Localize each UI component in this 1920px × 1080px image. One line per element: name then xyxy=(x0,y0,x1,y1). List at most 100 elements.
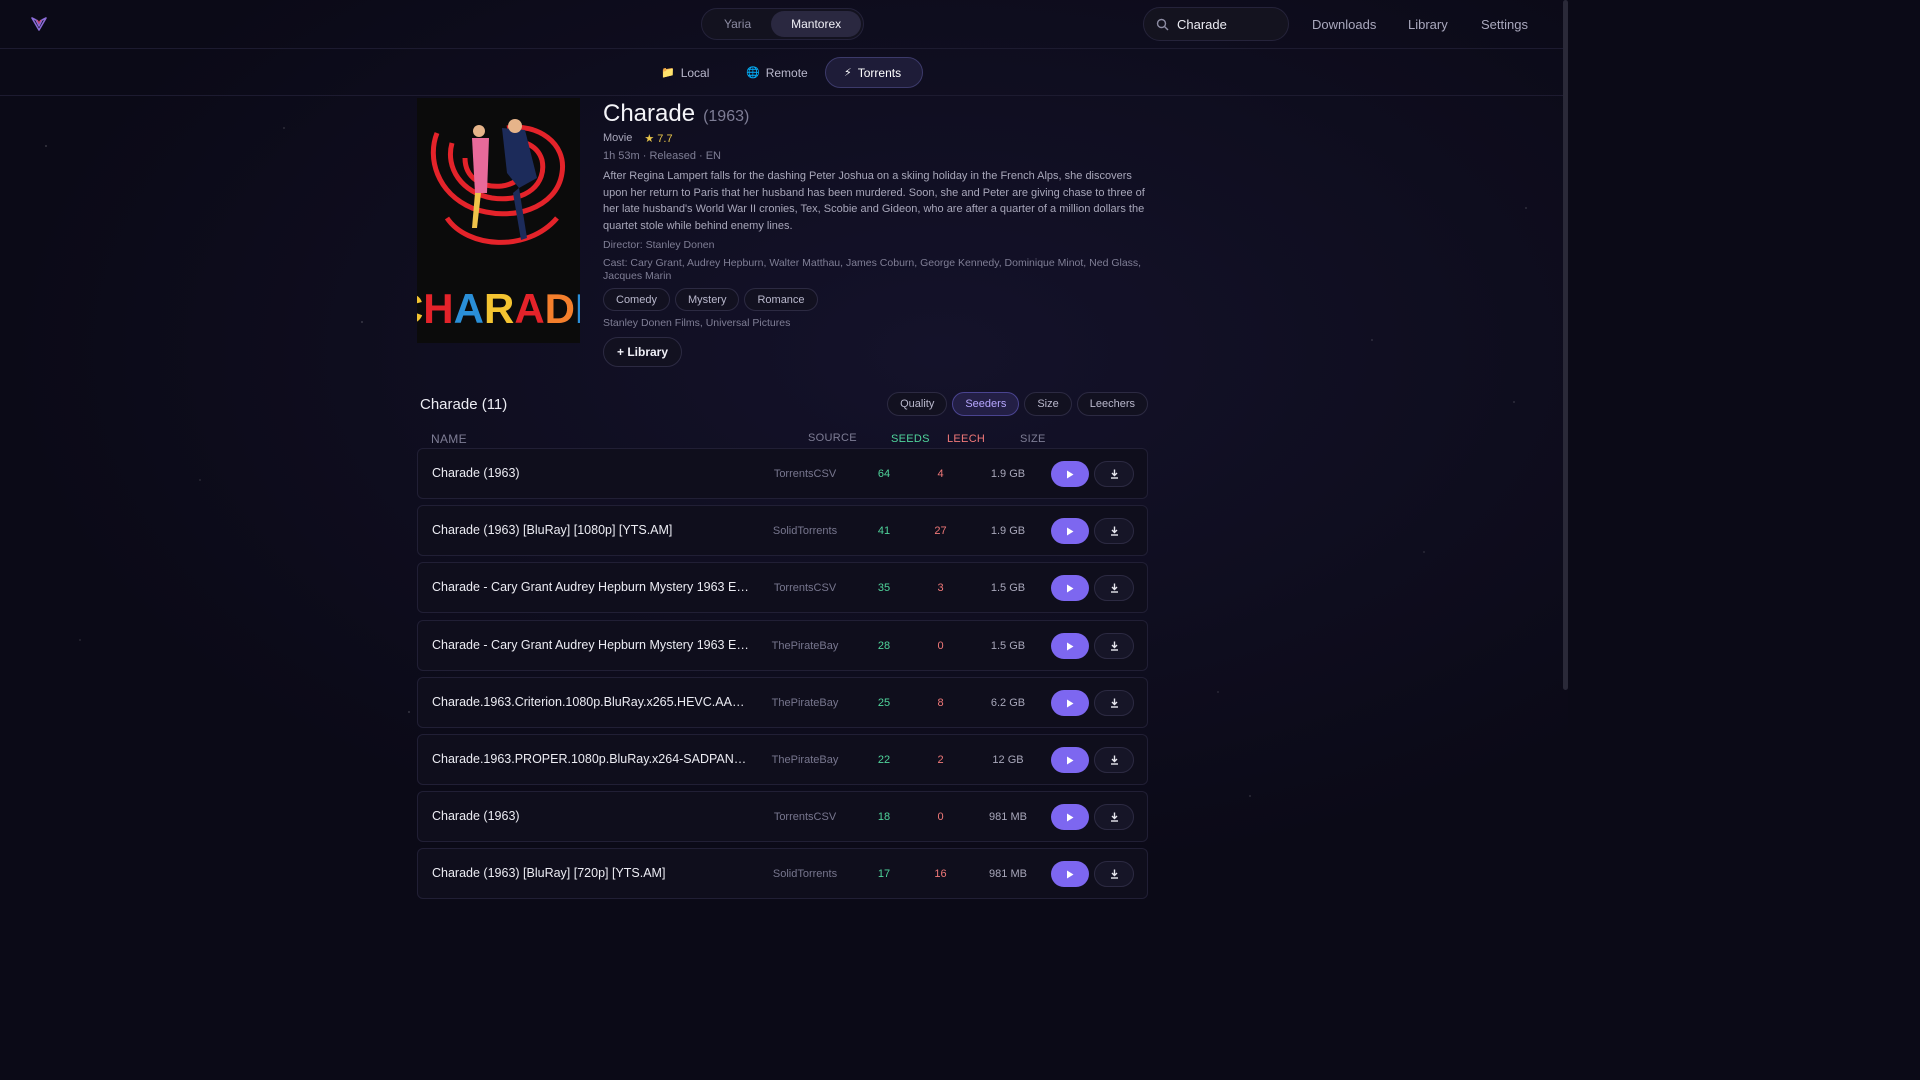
column-header-leech: LEECH xyxy=(947,433,986,445)
torrent-row[interactable]: Charade (1963) TorrentsCSV 18 0 981 MB xyxy=(417,791,1148,842)
lightning-icon: ⚡ xyxy=(844,67,852,79)
download-button[interactable] xyxy=(1094,461,1134,487)
torrent-size: 6.2 GB xyxy=(990,697,1026,709)
play-button[interactable] xyxy=(1051,518,1089,544)
sort-size-button[interactable]: Size xyxy=(1024,392,1072,416)
download-button[interactable] xyxy=(1094,518,1134,544)
play-icon xyxy=(1067,870,1074,878)
play-button[interactable] xyxy=(1051,461,1089,487)
download-button[interactable] xyxy=(1094,804,1134,830)
genre-tag[interactable]: Romance xyxy=(744,288,818,311)
genre-tag[interactable]: Comedy xyxy=(603,288,670,311)
torrent-row[interactable]: Charade - Cary Grant Audrey Hepburn Myst… xyxy=(417,562,1148,613)
torrent-seeds: 64 xyxy=(877,468,891,480)
play-icon xyxy=(1067,813,1074,821)
torrent-size: 1.5 GB xyxy=(990,582,1026,594)
production-companies: Stanley Donen Films, Universal Pictures xyxy=(603,317,791,329)
play-button[interactable] xyxy=(1051,575,1089,601)
torrent-seeds: 18 xyxy=(877,811,891,823)
download-button[interactable] xyxy=(1094,633,1134,659)
torrent-row[interactable]: Charade (1963) [BluRay] [1080p] [YTS.AM]… xyxy=(417,505,1148,556)
scrollbar[interactable] xyxy=(1563,0,1568,690)
torrent-row[interactable]: Charade - Cary Grant Audrey Hepburn Myst… xyxy=(417,620,1148,671)
sort-leechers-button[interactable]: Leechers xyxy=(1076,392,1148,416)
download-button[interactable] xyxy=(1094,575,1134,601)
column-header-size: SIZE xyxy=(1020,433,1046,445)
torrent-size: 1.9 GB xyxy=(990,468,1026,480)
movie-meta: Movie ★ 7.7 xyxy=(603,132,673,145)
torrent-leech: 0 xyxy=(937,811,944,823)
torrent-name: Charade.1963.PROPER.1080p.BluRay.x264-SA… xyxy=(432,752,752,766)
play-icon xyxy=(1067,756,1074,764)
profile-tab-yaria[interactable]: Yaria xyxy=(704,11,771,37)
movie-poster: CHARADE xyxy=(417,98,580,343)
poster-artwork: CHARADE xyxy=(417,98,580,343)
star-icon: ★ xyxy=(644,133,655,145)
profile-switcher: Yaria Mantorex xyxy=(701,8,865,40)
nav-library[interactable]: Library xyxy=(1408,17,1448,32)
torrent-source: ThePirateBay xyxy=(771,754,839,766)
play-icon xyxy=(1067,470,1074,478)
download-icon xyxy=(1110,869,1118,879)
download-icon xyxy=(1110,698,1118,708)
torrent-seeds: 22 xyxy=(877,754,891,766)
torrent-leech: 3 xyxy=(937,582,944,594)
play-button[interactable] xyxy=(1051,633,1089,659)
torrent-name: Charade (1963) [BluRay] [1080p] [YTS.AM] xyxy=(432,523,673,537)
play-button[interactable] xyxy=(1051,747,1089,773)
poster-title: CHARADE xyxy=(417,285,580,332)
tab-torrents[interactable]: ⚡ Torrents xyxy=(825,57,923,88)
torrent-row[interactable]: Charade (1963) [BluRay] [720p] [YTS.AM] S… xyxy=(417,848,1148,899)
torrent-row[interactable]: Charade (1963) TorrentsCSV 64 4 1.9 GB xyxy=(417,448,1148,499)
nav-downloads[interactable]: Downloads xyxy=(1312,17,1376,32)
download-icon xyxy=(1110,755,1118,765)
movie-overview: After Regina Lampert falls for the dashi… xyxy=(603,170,1145,232)
profile-tab-mantorex[interactable]: Mantorex xyxy=(771,11,862,37)
torrent-size: 981 MB xyxy=(989,868,1027,880)
download-icon xyxy=(1110,812,1118,822)
download-button[interactable] xyxy=(1094,861,1134,887)
movie-cast: Cast: Cary Grant, Audrey Hepburn, Walter… xyxy=(603,257,1142,282)
torrent-name: Charade - Cary Grant Audrey Hepburn Myst… xyxy=(432,638,752,652)
torrent-seeds: 17 xyxy=(877,868,891,880)
torrent-leech: 8 xyxy=(937,697,944,709)
column-header-seeds: SEEDS xyxy=(891,433,930,445)
play-icon xyxy=(1067,584,1074,592)
play-button[interactable] xyxy=(1051,861,1089,887)
sort-quality-button[interactable]: Quality xyxy=(887,392,948,416)
torrent-source: TorrentsCSV xyxy=(773,811,837,823)
app-logo-icon[interactable] xyxy=(30,15,48,33)
play-button[interactable] xyxy=(1051,804,1089,830)
torrent-leech: 2 xyxy=(937,754,944,766)
torrent-row[interactable]: Charade.1963.PROPER.1080p.BluRay.x264-SA… xyxy=(417,734,1148,785)
folder-icon: 📁 xyxy=(661,67,675,79)
torrent-source: SolidTorrents xyxy=(772,525,838,537)
top-bar: Yaria Mantorex Downloads Library Setting… xyxy=(0,0,1568,49)
download-button[interactable] xyxy=(1094,690,1134,716)
tab-remote[interactable]: 🌐 Remote xyxy=(728,57,826,88)
torrent-name: Charade - Cary Grant Audrey Hepburn Myst… xyxy=(432,580,752,594)
genre-list: Comedy Mystery Romance xyxy=(603,288,818,311)
download-icon xyxy=(1110,526,1118,536)
play-button[interactable] xyxy=(1051,690,1089,716)
movie-details: 1h 53m · Released · EN xyxy=(603,150,721,162)
download-button[interactable] xyxy=(1094,747,1134,773)
tab-local[interactable]: 📁 Local xyxy=(643,57,727,88)
download-icon xyxy=(1110,469,1118,479)
search-box[interactable] xyxy=(1143,7,1289,41)
nav-settings[interactable]: Settings xyxy=(1481,17,1528,32)
tab-remote-label: Remote xyxy=(765,65,808,80)
torrent-size: 1.9 GB xyxy=(990,525,1026,537)
column-header-name: NAME xyxy=(431,432,467,446)
torrent-seeds: 25 xyxy=(877,697,891,709)
torrent-row[interactable]: Charade.1963.Criterion.1080p.BluRay.x265… xyxy=(417,677,1148,728)
torrent-leech: 27 xyxy=(934,525,947,537)
search-input[interactable] xyxy=(1177,16,1277,32)
torrent-seeds: 41 xyxy=(877,525,891,537)
column-header-source: SOURCE xyxy=(808,432,857,444)
genre-tag[interactable]: Mystery xyxy=(674,288,740,311)
sort-seeders-button[interactable]: Seeders xyxy=(952,392,1020,416)
add-to-library-button[interactable]: + Library xyxy=(603,337,683,367)
download-icon xyxy=(1110,641,1118,651)
torrent-name: Charade (1963) xyxy=(432,466,520,480)
